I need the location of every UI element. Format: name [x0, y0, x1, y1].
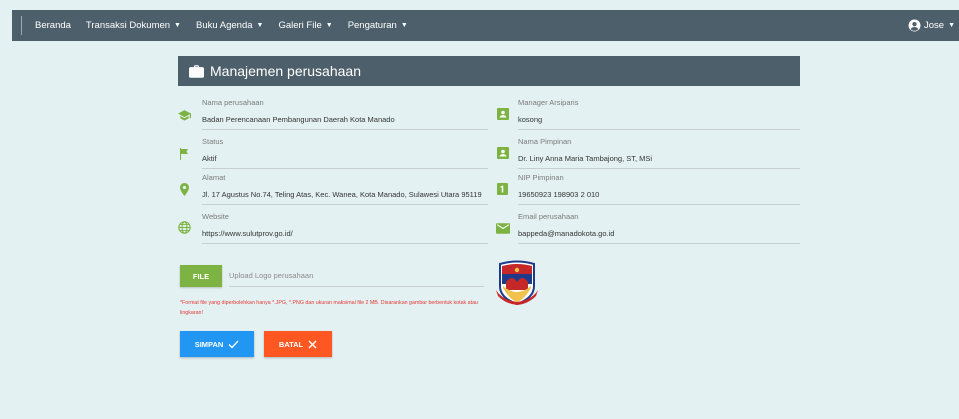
nav-item-transaksi-dokumen[interactable]: Transaksi Dokumen ▼ — [86, 20, 181, 31]
upload-logo-input[interactable] — [229, 265, 484, 287]
field-underline — [202, 204, 488, 205]
field-label: Website — [202, 212, 229, 221]
page-title: Manajemen perusahaan — [210, 63, 361, 79]
field-label: Alamat — [202, 173, 226, 182]
field-website: Website https://www.sulutprov.go.id/ — [178, 212, 488, 246]
caret-down-icon: ▼ — [256, 22, 264, 29]
nav-item-label: Pengaturan — [347, 20, 397, 31]
nav-item-label: Transaksi Dokumen — [85, 20, 171, 31]
field-label: Manager Arsiparis — [518, 98, 579, 107]
file-upload-button[interactable]: FILE — [180, 265, 222, 287]
save-button[interactable]: SIMPAN — [180, 331, 254, 357]
field-value[interactable]: 19650923 198903 2 010 — [518, 190, 599, 199]
field-underline — [518, 168, 800, 169]
location-pin-icon — [180, 183, 189, 196]
field-label: NIP Pimpinan — [518, 173, 564, 182]
field-nip-pimpinan: NIP Pimpinan 19650923 198903 2 010 — [494, 173, 804, 207]
flag-icon — [179, 148, 189, 160]
caret-down-icon: ▼ — [325, 22, 333, 29]
field-underline — [518, 204, 800, 205]
field-value[interactable]: Aktif — [202, 154, 217, 163]
nav-divider — [21, 16, 22, 35]
field-status: Status Aktif — [178, 137, 488, 171]
nav-item-label: Beranda — [35, 20, 71, 31]
caret-down-icon: ▼ — [174, 22, 181, 29]
field-underline — [518, 243, 800, 244]
upload-format-note: *Format file yang diperbolehkan hanya *.… — [180, 300, 478, 316]
id-number-icon — [497, 183, 508, 195]
check-icon — [228, 340, 239, 349]
cancel-button-label: BATAL — [278, 339, 304, 349]
user-name: Jose — [923, 20, 945, 31]
field-nama-pimpinan: Nama Pimpinan Dr. Liny Anna Maria Tambaj… — [494, 137, 804, 171]
nav-item-label: Buku Agenda — [195, 20, 253, 31]
field-label: Email perusahaan — [518, 212, 579, 221]
email-icon — [496, 223, 510, 234]
field-underline — [202, 168, 488, 169]
contact-card-icon — [497, 108, 509, 120]
field-nama-perusahaan: Nama perusahaan Badan Perencanaan Pemban… — [178, 98, 488, 132]
school-icon — [178, 110, 191, 121]
field-value[interactable]: Jl. 17 Agustus No.74, Teling Atas, Kec. … — [202, 190, 482, 199]
account-circle-icon — [908, 19, 921, 32]
top-navbar: Beranda Transaksi Dokumen ▼ Buku Agenda … — [12, 10, 959, 41]
field-label: Nama perusahaan — [202, 98, 264, 107]
field-underline — [202, 243, 488, 244]
nav-item-galeri-file[interactable]: Galeri File ▼ — [278, 20, 332, 31]
cancel-button[interactable]: BATAL — [264, 331, 332, 357]
field-alamat: Alamat Jl. 17 Agustus No.74, Teling Atas… — [178, 173, 488, 207]
field-manager-arsiparis: Manager Arsiparis kosong — [494, 98, 804, 132]
close-icon — [308, 340, 317, 349]
caret-down-icon: ▼ — [400, 22, 408, 29]
field-label: Nama Pimpinan — [518, 137, 572, 146]
contact-card-icon — [497, 147, 509, 159]
nav-item-pengaturan[interactable]: Pengaturan ▼ — [348, 20, 408, 31]
briefcase-icon — [189, 64, 204, 78]
nav-menu: Beranda Transaksi Dokumen ▼ Buku Agenda … — [12, 10, 423, 41]
field-value[interactable]: https://www.sulutprov.go.id/ — [202, 229, 293, 238]
caret-down-icon: ▼ — [948, 22, 955, 29]
globe-icon — [178, 221, 191, 234]
company-logo-emblem — [494, 260, 540, 306]
save-button-label: SIMPAN — [194, 339, 224, 349]
field-email-perusahaan: Email perusahaan bappeda@manadokota.go.i… — [494, 212, 804, 246]
user-menu[interactable]: Jose ▼ — [908, 10, 955, 41]
nav-item-beranda[interactable]: Beranda — [35, 20, 71, 31]
field-value[interactable]: Badan Perencanaan Pembangunan Daerah Kot… — [202, 115, 395, 124]
field-value[interactable]: bappeda@manadokota.go.id — [518, 229, 614, 238]
nav-item-label: Galeri File — [278, 20, 322, 31]
field-underline — [202, 129, 488, 130]
field-value[interactable]: Dr. Liny Anna Maria Tambajong, ST, MSi — [518, 154, 652, 163]
field-underline — [518, 129, 800, 130]
card-header: Manajemen perusahaan — [178, 56, 800, 86]
nav-item-buku-agenda[interactable]: Buku Agenda ▼ — [196, 20, 263, 31]
field-label: Status — [202, 137, 224, 146]
field-value[interactable]: kosong — [518, 115, 542, 124]
